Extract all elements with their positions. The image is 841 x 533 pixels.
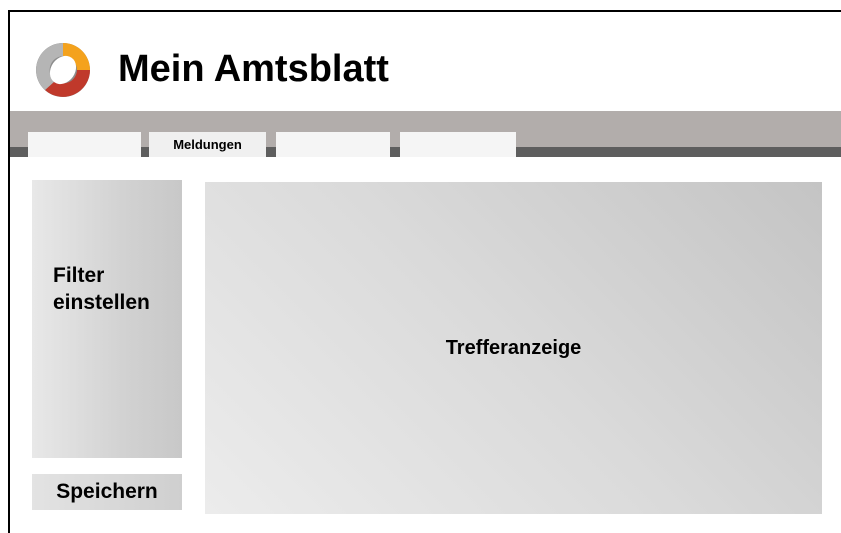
app-title: Mein Amtsblatt (118, 48, 389, 90)
results-label: Trefferanzeige (445, 336, 582, 359)
filter-panel[interactable] (32, 180, 182, 458)
save-button[interactable]: Speichern (32, 474, 182, 510)
save-button-label: Speichern (56, 480, 158, 503)
tab-meldungen-label: Meldungen (173, 137, 242, 152)
frame-top-border (8, 10, 841, 12)
amtsblatt-logo-icon (33, 40, 93, 100)
tab-1[interactable] (28, 132, 141, 157)
tab-meldungen[interactable]: Meldungen (149, 132, 266, 157)
results-panel: Trefferanzeige (205, 182, 822, 514)
filter-label: Filter einstellen (53, 264, 150, 314)
tab-4[interactable] (400, 132, 516, 157)
frame-left-border (8, 10, 10, 533)
tab-3[interactable] (276, 132, 390, 157)
